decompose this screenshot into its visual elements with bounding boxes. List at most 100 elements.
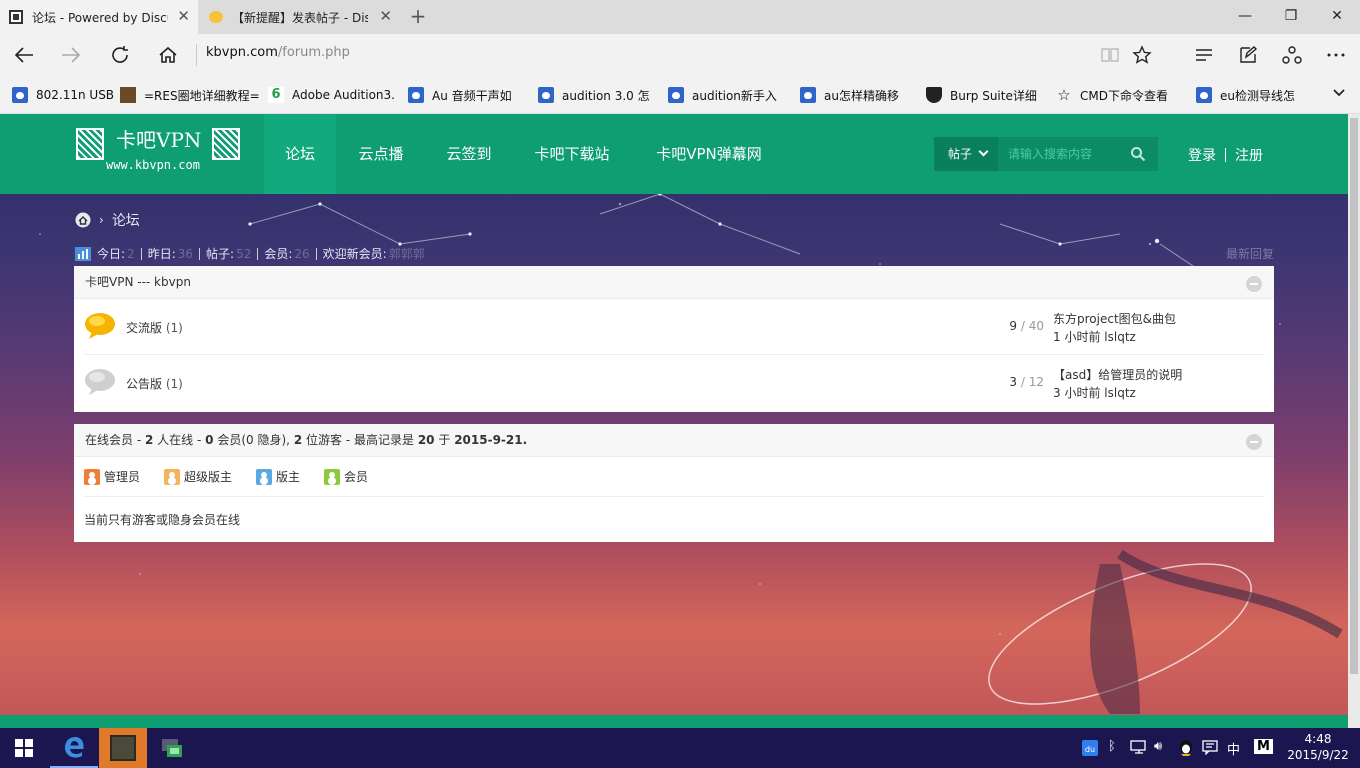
bookmark-item[interactable]: Au 音频干声如: [408, 86, 512, 104]
search-type-select[interactable]: 帖子: [934, 137, 998, 171]
taskbar-minecraft[interactable]: [99, 728, 147, 768]
newest-member-link[interactable]: 郭郭郭: [389, 245, 425, 262]
bookmark-item[interactable]: audition 3.0 怎: [538, 86, 650, 104]
bluetooth-icon[interactable]: ᛒ: [1108, 739, 1116, 754]
account-links: 登录 注册: [1188, 145, 1263, 165]
collapse-icon[interactable]: [1246, 434, 1262, 450]
site-logo[interactable]: 卡吧VPN www.kbvpn.com: [76, 124, 242, 184]
forum-row: 交流版 (1) 9 / 40 东方project图包&曲包 1 小时前 lslq…: [84, 299, 1264, 355]
nav-danmaku[interactable]: 卡吧VPN弹幕网: [642, 114, 776, 194]
register-link[interactable]: 注册: [1235, 148, 1263, 164]
collapse-icon[interactable]: [1246, 276, 1262, 292]
logo-subtitle: www.kbvpn.com: [106, 158, 200, 172]
home-button[interactable]: [153, 40, 183, 70]
last-post-user[interactable]: lslqtz: [1104, 330, 1136, 344]
home-icon[interactable]: [75, 212, 91, 228]
members-count: 26: [294, 246, 310, 261]
ime-mode-indicator[interactable]: M: [1254, 739, 1273, 754]
last-post-title[interactable]: 东方project图包&曲包: [1053, 310, 1176, 328]
category-title[interactable]: 卡吧VPN --- kbvpn: [85, 275, 191, 289]
posts-count: 52: [236, 246, 252, 261]
hub-button[interactable]: [1189, 40, 1219, 70]
bookmark-item[interactable]: 802.11n USB: [12, 86, 114, 104]
address-divider: [196, 44, 197, 66]
browser-window: 论坛 - Powered by Discuz ✕ 【新提醒】发表帖子 - Dis…: [0, 0, 1360, 728]
taskbar-network-app[interactable]: [148, 728, 196, 768]
bookmark-item[interactable]: au怎样精确移: [800, 86, 899, 104]
more-button[interactable]: [1321, 40, 1351, 70]
search-input[interactable]: [998, 137, 1128, 171]
admin-user-icon: [84, 468, 100, 485]
new-tab-button[interactable]: +: [407, 4, 429, 28]
more-dots-icon: [1327, 53, 1345, 57]
start-button[interactable]: [0, 728, 48, 768]
ime-language-indicator[interactable]: 中: [1227, 739, 1240, 758]
nav-download[interactable]: 卡吧下载站: [522, 114, 622, 194]
bookmark-item[interactable]: audition新手入: [668, 86, 777, 104]
divider: [1225, 148, 1226, 162]
latest-replies-link[interactable]: 最新回复: [1226, 245, 1274, 262]
forum-old-bubble-icon[interactable]: [84, 368, 116, 396]
forward-arrow-icon: [62, 47, 81, 63]
member-user-icon: [324, 468, 341, 485]
notification-icon[interactable]: [1202, 739, 1218, 759]
home-icon: [159, 46, 177, 63]
category-panel: 卡吧VPN --- kbvpn 交流版 (1) 9 / 40 东方project…: [74, 266, 1274, 412]
favorites-bar: 802.11n USB =RES圈地详细教程= 6 Adobe Audition3…: [0, 76, 1360, 114]
last-post-title[interactable]: 【asd】给管理员的说明: [1053, 366, 1182, 384]
search-box: 帖子: [934, 137, 1158, 171]
share-button[interactable]: [1277, 40, 1307, 70]
last-post-time[interactable]: 3 小时前: [1053, 386, 1100, 400]
nav-forum[interactable]: 论坛: [264, 114, 336, 194]
tab-title: 【新提醒】发表帖子 - Discuz: [232, 10, 368, 25]
shield-icon: [926, 87, 942, 103]
maximize-button[interactable]: ❐: [1268, 0, 1314, 32]
chevron-down-icon[interactable]: [1332, 86, 1346, 104]
scrollbar-thumb[interactable]: [1350, 118, 1358, 674]
favorite-button[interactable]: [1127, 40, 1157, 70]
login-link[interactable]: 登录: [1188, 148, 1216, 164]
breadcrumb-forum[interactable]: 论坛: [112, 210, 140, 230]
forum-new-bubble-icon[interactable]: [84, 312, 116, 340]
bookmark-item[interactable]: eu检测导线怎: [1196, 86, 1295, 104]
forward-button[interactable]: [56, 40, 86, 70]
bookmark-item[interactable]: =RES圈地详细教程=: [120, 86, 260, 104]
tab-new-post[interactable]: 【新提醒】发表帖子 - Discuz ✕: [200, 0, 400, 34]
windows-taskbar: du ᛒ 🔊︎ 中 M 4:48 2015/9/22: [0, 728, 1360, 768]
constellation-decoration: [248, 192, 1343, 714]
forum-name: 交流版 (1): [126, 321, 183, 335]
yesterday-count: 36: [177, 246, 194, 261]
bookmark-item[interactable]: 6 Adobe Audition3.: [268, 86, 395, 104]
volume-icon[interactable]: 🔊︎: [1154, 739, 1162, 754]
network-icon[interactable]: [1130, 739, 1148, 759]
page-scrollbar[interactable]: [1348, 114, 1360, 728]
search-icon[interactable]: [1130, 146, 1146, 162]
chevron-down-icon: [978, 146, 989, 157]
minecraft-icon: [120, 87, 136, 103]
nav-cloud-play[interactable]: 云点播: [346, 114, 416, 194]
tab-forum[interactable]: 论坛 - Powered by Discuz ✕: [0, 0, 198, 34]
last-post-user[interactable]: lslqtz: [1104, 386, 1136, 400]
forum-last-post: 【asd】给管理员的说明 3 小时前 lslqtz: [1053, 366, 1182, 402]
baidu-paw-icon: [800, 87, 816, 103]
taskbar-edge[interactable]: [50, 728, 98, 768]
taskbar-clock[interactable]: 4:48 2015/9/22: [1286, 731, 1350, 763]
close-tab-icon[interactable]: ✕: [177, 8, 190, 24]
baidu-tray-icon[interactable]: du: [1082, 740, 1098, 760]
minimize-button[interactable]: —: [1222, 0, 1268, 32]
legend-super-moderator: 超级版主: [164, 468, 232, 485]
close-tab-icon[interactable]: ✕: [379, 8, 392, 24]
back-button[interactable]: [9, 40, 39, 70]
clock-time: 4:48: [1304, 732, 1332, 746]
refresh-button[interactable]: [105, 40, 135, 70]
address-host: kbvpn.com: [206, 45, 278, 60]
last-post-time[interactable]: 1 小时前: [1053, 330, 1100, 344]
web-note-button[interactable]: [1233, 40, 1263, 70]
qq-penguin-icon[interactable]: [1178, 739, 1194, 761]
baidu-paw-icon: [1196, 87, 1212, 103]
nav-cloud-signin[interactable]: 云签到: [434, 114, 504, 194]
bookmark-item[interactable]: ☆ CMD下命令查看: [1056, 86, 1168, 104]
reading-view-button[interactable]: [1095, 40, 1125, 70]
close-window-button[interactable]: ✕: [1314, 0, 1360, 32]
bookmark-item[interactable]: Burp Suite详细: [926, 86, 1037, 104]
